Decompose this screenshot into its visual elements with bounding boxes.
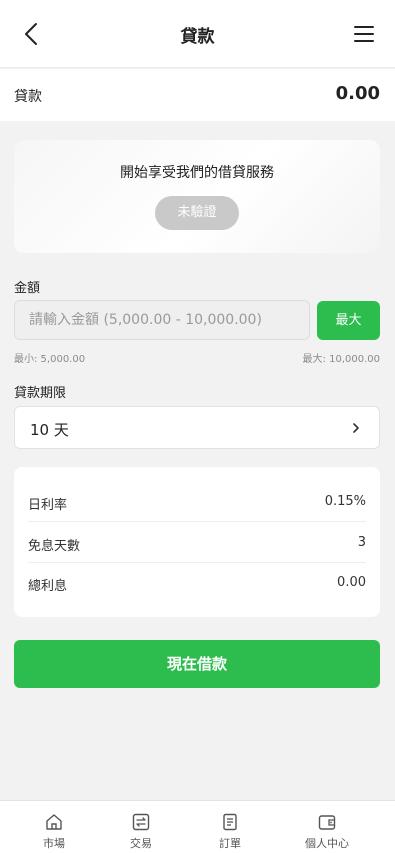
tab-trade[interactable]: 交易 [92, 801, 190, 853]
tab-orders[interactable]: 訂單 [181, 801, 279, 853]
total-interest-value: 0.00 [337, 575, 366, 590]
interest-free-days-label: 免息天數 [28, 539, 81, 554]
loan-service-text: 開始享受我們的借貸服務 [120, 165, 274, 181]
home-icon [46, 814, 62, 830]
loan-service-card: 開始享受我們的借貸服務 未驗證 [14, 140, 380, 253]
amount-label: 金額 [14, 281, 41, 296]
tab-trade-label: 交易 [130, 837, 152, 850]
top-nav-bar: 貸款 [0, 0, 395, 68]
amount-input[interactable] [14, 300, 310, 340]
total-interest-label: 總利息 [28, 579, 68, 594]
document-icon [223, 813, 237, 831]
tab-profile[interactable]: 個人中心 [278, 801, 376, 853]
daily-interest-row: 日利率 0.15% [28, 482, 366, 522]
max-amount-button[interactable]: 最大 [317, 301, 380, 340]
tab-orders-label: 訂單 [219, 837, 241, 850]
min-amount-hint: 最小: 5,000.00 [14, 354, 86, 365]
page-title: 貸款 [180, 27, 215, 47]
chevron-right-icon [353, 423, 359, 433]
loan-term-select[interactable]: 10 天 [14, 406, 380, 449]
hamburger-menu-icon[interactable] [351, 22, 377, 46]
borrow-now-button[interactable]: 現在借款 [14, 640, 380, 688]
tab-market[interactable]: 市場 [5, 801, 103, 853]
interest-free-days-value: 3 [357, 535, 366, 550]
loan-balance-label: 貸款 [14, 89, 42, 105]
daily-interest-value: 0.15% [324, 494, 366, 509]
daily-interest-label: 日利率 [28, 498, 68, 513]
unverified-button[interactable]: 未驗證 [155, 196, 239, 230]
loan-balance-value: 0.00 [335, 83, 380, 104]
exchange-icon [132, 813, 150, 831]
bottom-tab-bar: 市場 交易 訂單 個人中心 [0, 800, 395, 853]
tab-market-label: 市場 [43, 837, 65, 850]
total-interest-row: 總利息 0.00 [28, 563, 366, 603]
loan-details-card: 日利率 0.15% 免息天數 3 總利息 0.00 [14, 467, 380, 617]
loan-balance-row: 貸款 0.00 [0, 69, 395, 121]
wallet-icon [318, 815, 336, 830]
max-amount-hint: 最大: 10,000.00 [302, 354, 380, 365]
loan-term-value: 10 天 [30, 421, 69, 439]
interest-free-days-row: 免息天數 3 [28, 523, 366, 563]
loan-term-label: 貸款期限 [14, 386, 67, 401]
tab-profile-label: 個人中心 [305, 837, 349, 850]
